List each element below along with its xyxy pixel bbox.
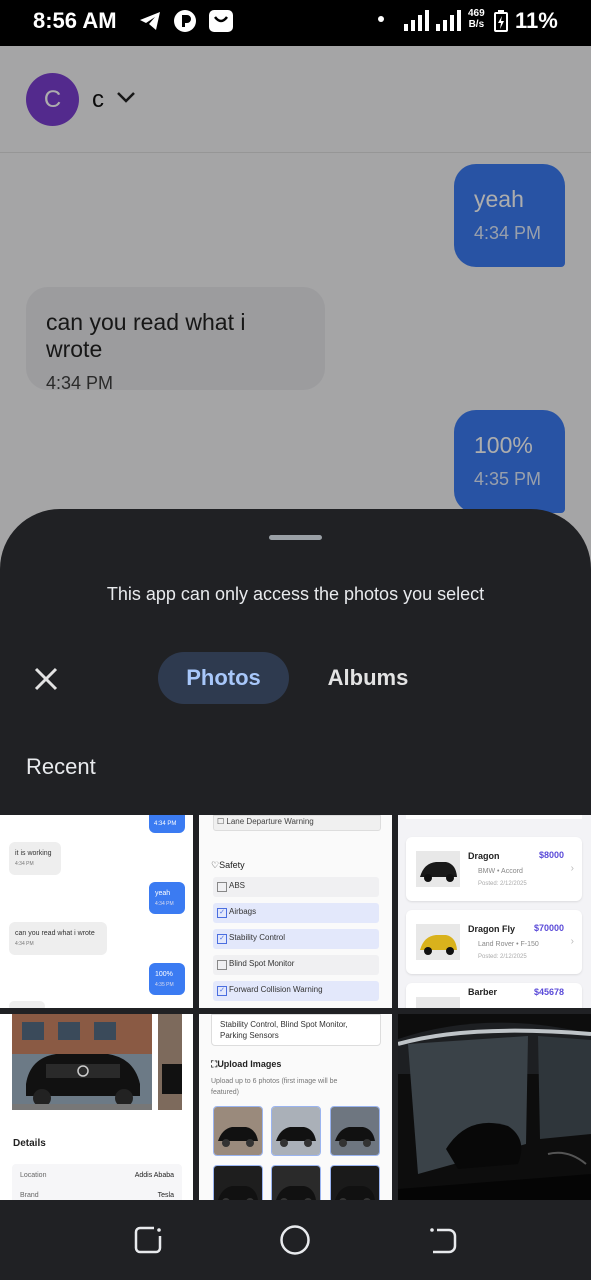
close-icon[interactable] [30, 663, 62, 695]
thumb-bubble-time: 4:34 PM [155, 901, 174, 907]
car-model: Land Rover • F-150 [478, 941, 539, 948]
shop-icon [209, 10, 233, 32]
thumb-bubble: yeah 4:34 PM [149, 882, 185, 914]
car-card: Dragon $8000 BMW • Accord Posted: 2/12/2025… [406, 837, 582, 901]
thumb-checkbox-label: ABS [229, 881, 246, 890]
photo-picker-sheet: This app can only access the photos you … [0, 509, 591, 1280]
photo-thumbnail[interactable]: ☐ Lane Departure Warning ♡Safety ABS ✓ Air… [199, 815, 392, 1008]
thumb-bubble-time: 4:34 PM [15, 861, 34, 867]
detail-value: Tesla [157, 1192, 174, 1199]
thumb-bubble-text: can you read what i wrote [15, 930, 95, 937]
thumb-checkbox-label: Airbags [229, 907, 257, 916]
home-icon[interactable] [279, 1224, 311, 1256]
battery-percent: 11% [515, 8, 558, 33]
features-text: Stability Control, Blind Spot Monitor, P… [220, 1020, 348, 1040]
uploaded-image [330, 1106, 380, 1156]
back-icon[interactable] [427, 1224, 459, 1256]
car-card: Dragon Fly $70000 Land Rover • F-150 Posted… [406, 910, 582, 974]
car-posted: Posted: 2/12/2025 [478, 881, 527, 887]
thumb-bubble-time: 4:35 PM [155, 982, 174, 988]
car-closeup-photo [398, 1014, 591, 1207]
thumb-checkbox-row: ABS [213, 877, 379, 897]
upload-note: Upload up to 6 photos (first image will … [211, 1078, 338, 1096]
thumb-checkbox-row: Blind Spot Monitor [213, 955, 379, 975]
photo-grid: 4:34 PM it is working 4:34 PM yeah 4:34 … [0, 815, 591, 1208]
detail-label: Brand [20, 1192, 39, 1199]
navigation-bar [0, 1200, 591, 1280]
detail-value: Addis Ababa [134, 1172, 174, 1179]
car-name: Barber [468, 987, 498, 997]
thumb-bubble-time: 4:34 PM [15, 941, 34, 947]
upload-title: Upload Images [217, 1059, 282, 1069]
tab-photos[interactable]: Photos [158, 652, 289, 704]
checkbox-checked-icon: ✓ [217, 908, 227, 918]
photo-thumbnail[interactable]: 4:34 PM it is working 4:34 PM yeah 4:34 … [0, 815, 193, 1008]
thumb-bubble: 4:34 PM [149, 815, 185, 833]
network-speed-unit: B/s [468, 19, 485, 30]
checkbox-checked-icon: ✓ [217, 986, 227, 996]
thumb-checkbox-row: ✓ Stability Control [213, 929, 379, 949]
photo-thumbnail[interactable]: Details Location Addis Ababa Brand Tesla [0, 1014, 193, 1207]
uploaded-image [271, 1106, 321, 1156]
car-thumbnail [416, 924, 460, 960]
status-bar: 8:56 AM 469 B/s 11% [0, 0, 591, 46]
car-posted: Posted: 2/12/2025 [478, 954, 527, 960]
photo-thumbnail[interactable]: Stability Control, Blind Spot Monitor, P… [199, 1014, 392, 1207]
section-title-recent: Recent [26, 754, 96, 779]
battery-icon [494, 10, 508, 32]
car-thumbnail [416, 997, 460, 1008]
thumb-bubble: can you read what i wrote 4:34 PM [9, 922, 107, 955]
thumb-bubble-time: 4:34 PM [154, 821, 177, 827]
detail-label: Location [20, 1172, 47, 1179]
uploaded-image [213, 1106, 263, 1156]
telegram-icon [140, 12, 160, 30]
checkbox-icon [217, 960, 227, 970]
signal-icon [436, 10, 461, 31]
status-time: 8:56 AM [33, 8, 117, 33]
thumb-checkbox-row: ✓ Airbags [213, 903, 379, 923]
car-price: $8000 [538, 850, 564, 860]
car-card: Barber $45678 [406, 983, 582, 1008]
car-photo [12, 1014, 152, 1110]
checkbox-checked-icon: ✓ [217, 934, 227, 944]
car-price: $45678 [533, 987, 564, 997]
app-icon [174, 10, 196, 32]
network-speed-value: 469 [468, 8, 485, 19]
thumb-bubble-text: 100% [155, 971, 173, 978]
photo-thumbnail[interactable] [398, 1014, 591, 1207]
thumb-item: Lane Departure Warning [226, 817, 314, 826]
details-title: Details [13, 1138, 46, 1149]
car-name: Dragon Fly [468, 924, 516, 934]
dot-icon [378, 16, 384, 22]
thumb-checkbox-row: ✓ Forward Collision Warning [213, 981, 379, 1001]
thumb-bubble: it is working 4:34 PM [9, 842, 61, 875]
chevron-right-icon: › [570, 936, 574, 947]
chevron-right-icon: › [570, 863, 574, 874]
signal-icon [404, 10, 429, 31]
car-price: $70000 [533, 923, 564, 933]
thumb-checkbox-label: Stability Control [229, 933, 286, 942]
thumb-bubble: 100% 4:35 PM [149, 963, 185, 995]
photo-thumbnail[interactable]: Dragon $8000 BMW • Accord Posted: 2/12/2025… [398, 815, 591, 1008]
thumb-checkbox-label: Blind Spot Monitor [229, 959, 295, 968]
checkbox-icon [217, 882, 227, 892]
thumb-checkbox-label: Forward Collision Warning [229, 985, 323, 994]
thumb-bubble-text: it is working [15, 850, 52, 857]
access-notice: This app can only access the photos you … [106, 584, 485, 604]
network-speed: 469 B/s [468, 8, 485, 30]
car-model: BMW • Accord [478, 868, 523, 875]
thumb-section: Safety [219, 860, 245, 870]
thumb-bubble-text: yeah [155, 890, 171, 897]
recent-apps-icon[interactable] [132, 1224, 164, 1256]
car-thumbnail [416, 851, 460, 887]
drag-handle[interactable] [269, 535, 322, 540]
car-name: Dragon [468, 851, 500, 861]
tab-albums[interactable]: Albums [308, 652, 428, 704]
